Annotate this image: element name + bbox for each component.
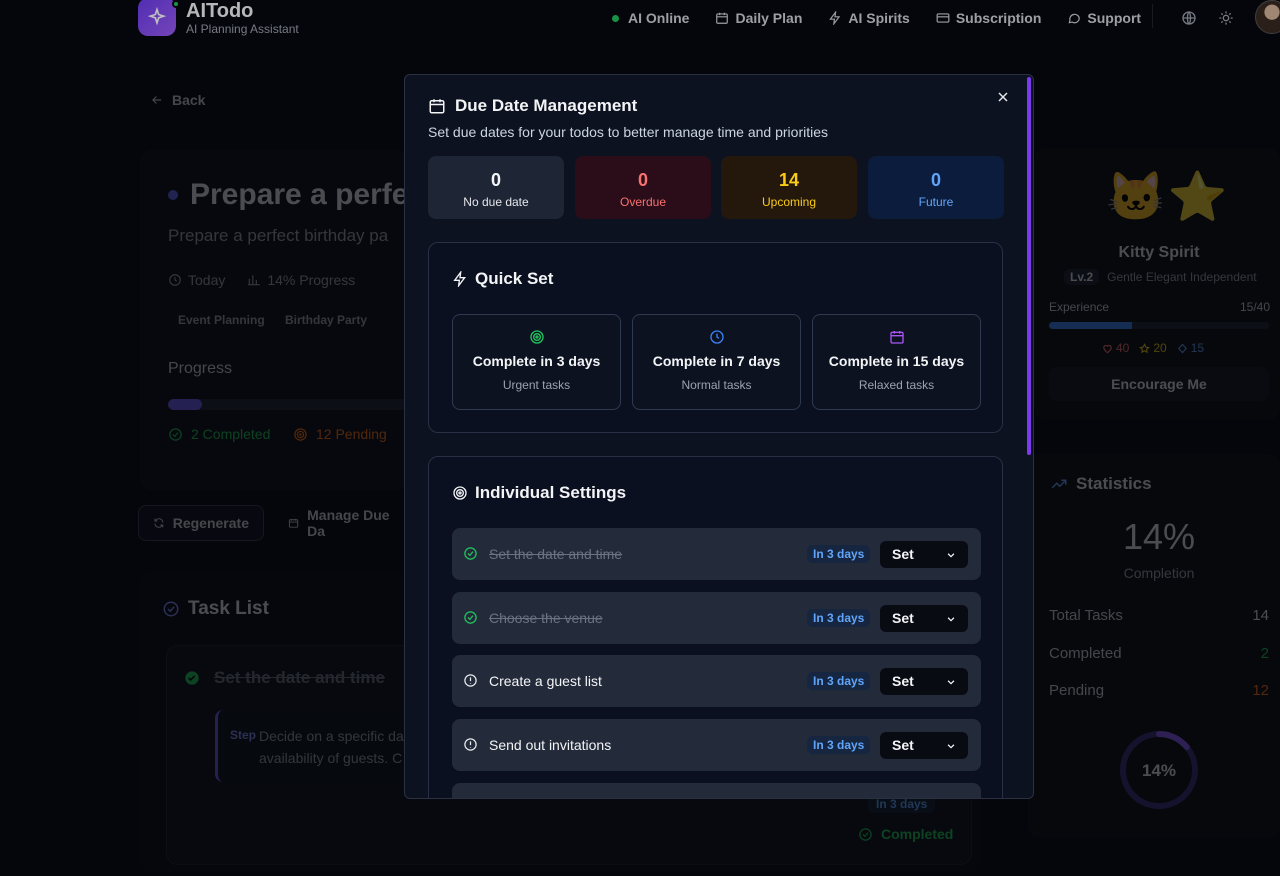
count-label: Overdue [619,195,667,209]
todo-name: Send out invitations [489,737,612,753]
count-label: Future [918,195,954,209]
individual-settings-title: Individual Settings [452,483,626,503]
chevron-down-icon [947,744,955,749]
todo-name: Choose the venue [489,610,603,626]
todo-name: Set the date and time [489,546,623,562]
alert-circle-icon [464,738,477,751]
modal-subtitle: Set due dates for your todos to better m… [428,124,829,140]
check-circle-icon [464,547,477,560]
todo-row: Send out invitations In 3 days Set [452,719,981,771]
count-value: 14 [778,170,800,190]
count-upcoming[interactable]: 14 Upcoming [721,156,857,219]
due-date-select[interactable]: Set [880,541,968,568]
quick-set-title-text: Quick Set [475,269,554,288]
calendar-icon [429,99,445,114]
due-date-select[interactable]: Set [880,732,968,759]
modal-title-text: Due Date Management [455,96,638,115]
todo-row: Choose the venue In 3 days Set [452,592,981,644]
select-value: Set [892,546,914,562]
due-date-select[interactable]: Set [880,605,968,632]
count-value: 0 [930,170,941,190]
count-future[interactable]: 0 Future [868,156,1004,219]
due-date-select[interactable]: Set [880,668,968,695]
todo-row-partial [452,783,981,798]
individual-settings-section: Individual Settings Set the date and tim… [428,456,1003,798]
quick-set-15-days-button[interactable]: Complete in 15 days Relaxed tasks [812,314,981,410]
count-overdue[interactable]: 0 Overdue [575,156,711,219]
quick-set-3-days-button[interactable]: Complete in 3 days Urgent tasks [452,314,621,410]
todo-name: Create a guest list [489,673,602,689]
quick-option-sub: Relaxed tasks [858,378,935,392]
zap-icon [453,271,466,287]
count-label: No due date [463,195,529,209]
select-value: Set [892,673,914,689]
quick-set-7-days-button[interactable]: Complete in 7 days Normal tasks [632,314,801,410]
due-date-modal: Due Date Management Set due dates for yo… [404,74,1034,799]
individual-settings-title-text: Individual Settings [475,483,627,502]
modal-scrollbar[interactable] [1027,77,1031,455]
check-circle-icon [464,611,477,624]
alert-circle-icon [464,674,477,687]
select-value: Set [892,610,914,626]
target-icon [529,330,544,344]
quick-option-title: Complete in 15 days [828,353,965,369]
quick-option-title: Complete in 3 days [472,353,601,369]
count-value: 0 [637,170,648,190]
chevron-down-icon [947,553,955,558]
due-badge: In 3 days [807,672,871,690]
due-badge: In 3 days [807,545,871,563]
todo-row: Create a guest list In 3 days Set [452,655,981,707]
due-badge: In 3 days [807,609,871,627]
chevron-down-icon [947,680,955,685]
quick-option-sub: Normal tasks [681,378,752,392]
chevron-down-icon [947,617,955,622]
count-value: 0 [490,170,501,190]
count-no-due-date[interactable]: 0 No due date [428,156,564,219]
clock-icon [709,330,724,344]
target-icon [453,486,467,500]
calendar-icon [889,331,904,344]
due-badge: In 3 days [807,736,871,754]
count-label: Upcoming [761,195,817,209]
quick-option-title: Complete in 7 days [652,353,781,369]
quick-set-title: Quick Set [452,269,553,289]
select-value: Set [892,737,914,753]
close-icon[interactable] [995,89,1011,105]
quick-option-sub: Urgent tasks [502,378,571,392]
todo-row: Set the date and time In 3 days Set [452,528,981,580]
quick-set-section: Quick Set Complete in 3 days Urgent task… [428,242,1003,433]
modal-title: Due Date Management [428,96,637,116]
